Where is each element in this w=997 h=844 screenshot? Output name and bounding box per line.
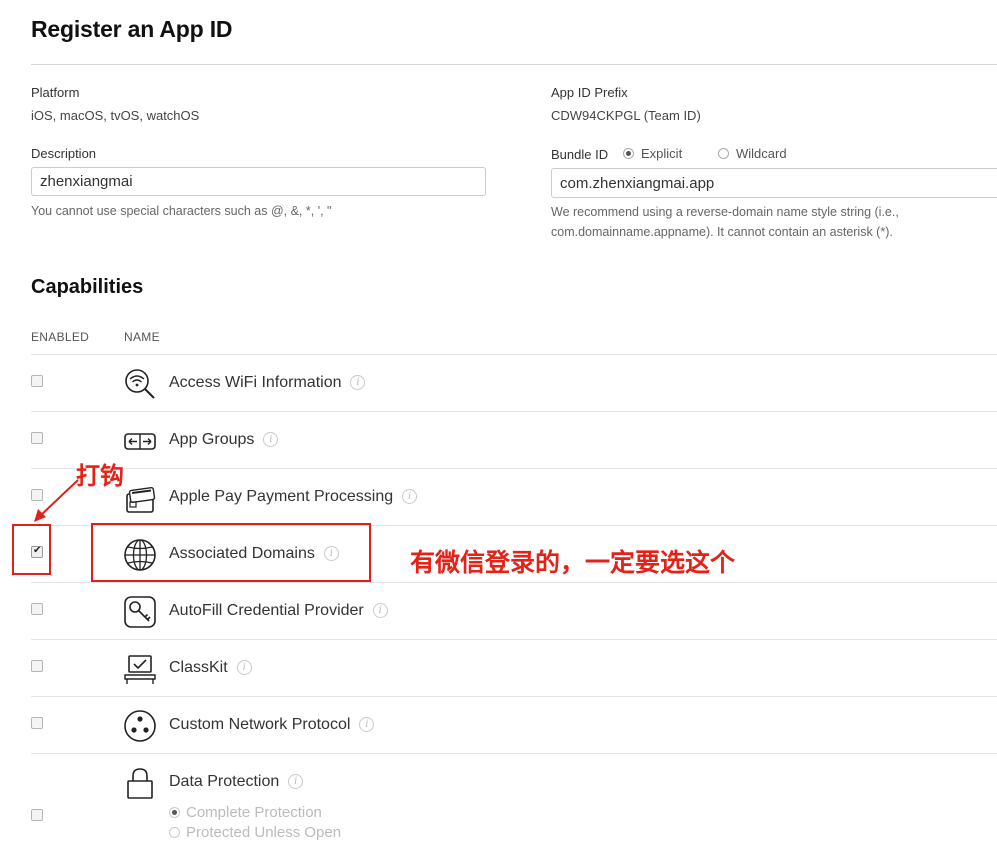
network-icon bbox=[124, 710, 156, 742]
info-icon[interactable]: i bbox=[350, 375, 366, 391]
description-label: Description bbox=[31, 146, 97, 161]
capability-checkbox-custom-network[interactable] bbox=[31, 717, 43, 729]
radio-complete-protection-dot[interactable] bbox=[169, 807, 180, 818]
capability-name-access-wifi: Access WiFi Information i bbox=[169, 374, 366, 392]
bundle-id-label: Bundle ID bbox=[551, 147, 609, 162]
capability-row-autofill: AutoFill Credential Provider i bbox=[31, 582, 997, 640]
capability-label: App Groups bbox=[169, 431, 255, 448]
capability-name-custom-network: Custom Network Protocol i bbox=[169, 716, 375, 734]
divider bbox=[31, 64, 997, 65]
capability-name-autofill: AutoFill Credential Provider i bbox=[169, 602, 388, 620]
radio-complete-protection-label: Complete Protection bbox=[186, 804, 322, 821]
capability-name-app-groups: App Groups i bbox=[169, 431, 279, 449]
description-input[interactable]: zhenxiangmai bbox=[31, 167, 486, 196]
platform-label: Platform bbox=[31, 85, 80, 100]
capability-row-apple-pay: Apple Pay Payment Processing i bbox=[31, 468, 997, 526]
annotation-capability-highlight bbox=[91, 523, 371, 582]
classkit-icon bbox=[124, 655, 156, 684]
radio-protected-unless-open[interactable]: Protected Unless Open bbox=[169, 824, 341, 841]
capability-checkbox-access-wifi[interactable] bbox=[31, 375, 43, 387]
annotation-domains-note: 有微信登录的，一定要选这个 bbox=[410, 548, 736, 577]
annotation-checkbox-highlight bbox=[12, 524, 51, 575]
info-icon[interactable]: i bbox=[288, 774, 304, 790]
bundle-id-input-value: com.zhenxiangmai.app bbox=[560, 174, 715, 192]
lock-icon bbox=[127, 768, 153, 799]
capability-label: Data Protection bbox=[169, 773, 280, 790]
prefix-label: App ID Prefix bbox=[551, 85, 628, 100]
radio-explicit-label: Explicit bbox=[641, 146, 683, 161]
wallet-icon bbox=[126, 486, 156, 513]
radio-protected-unless-open-label: Protected Unless Open bbox=[186, 824, 342, 841]
key-icon bbox=[124, 596, 156, 628]
capability-checkbox-app-groups[interactable] bbox=[31, 432, 43, 444]
info-icon[interactable]: i bbox=[402, 489, 418, 505]
description-hint: You cannot use special characters such a… bbox=[31, 204, 332, 218]
info-icon[interactable]: i bbox=[359, 717, 375, 733]
capability-row-access-wifi: Access WiFi Information i bbox=[31, 354, 997, 412]
bundle-id-input[interactable]: com.zhenxiangmai.app bbox=[551, 168, 997, 198]
radio-explicit[interactable]: Explicit bbox=[623, 146, 682, 161]
capability-row-custom-network: Custom Network Protocol i bbox=[31, 696, 997, 754]
capabilities-title: Capabilities bbox=[31, 276, 144, 298]
capability-label: Apple Pay Payment Processing bbox=[169, 488, 394, 505]
description-input-value: zhenxiangmai bbox=[40, 173, 133, 190]
radio-protected-unless-open-dot[interactable] bbox=[169, 827, 180, 838]
radio-wildcard-label: Wildcard bbox=[736, 146, 787, 161]
radio-wildcard-dot[interactable] bbox=[718, 148, 729, 159]
app-groups-icon bbox=[124, 433, 156, 450]
platform-value: iOS, macOS, tvOS, watchOS bbox=[31, 108, 200, 123]
capability-name-classkit: ClassKit i bbox=[169, 659, 252, 677]
capability-label: ClassKit bbox=[169, 659, 228, 676]
radio-explicit-dot[interactable] bbox=[623, 148, 634, 159]
radio-complete-protection[interactable]: Complete Protection bbox=[169, 804, 322, 821]
info-icon[interactable]: i bbox=[236, 660, 252, 676]
capability-name-apple-pay: Apple Pay Payment Processing i bbox=[169, 488, 418, 506]
column-enabled: ENABLED bbox=[31, 330, 90, 344]
radio-wildcard[interactable]: Wildcard bbox=[718, 146, 787, 161]
capability-row-data-protection: Data Protection i Complete Protection Pro… bbox=[31, 753, 997, 844]
capability-name-data-protection: Data Protection i bbox=[169, 773, 304, 791]
annotation-arrow-icon bbox=[34, 479, 79, 522]
capability-row-classkit: ClassKit i bbox=[31, 639, 997, 697]
capability-checkbox-autofill[interactable] bbox=[31, 603, 43, 615]
prefix-value: CDW94CKPGL (Team ID) bbox=[551, 108, 701, 123]
capability-label: Access WiFi Information bbox=[169, 374, 342, 391]
wifi-search-icon bbox=[125, 369, 155, 399]
capability-label: AutoFill Credential Provider bbox=[169, 602, 364, 619]
column-name: NAME bbox=[124, 330, 160, 344]
page-title: Register an App ID bbox=[31, 16, 233, 42]
info-icon[interactable]: i bbox=[263, 432, 279, 448]
bundle-id-hint-2: com.domainname.appname). It cannot conta… bbox=[551, 225, 893, 239]
info-icon[interactable]: i bbox=[372, 603, 388, 619]
capability-checkbox-data-protection[interactable] bbox=[31, 809, 43, 821]
capability-row-app-groups: App Groups i bbox=[31, 411, 997, 469]
capability-label: Custom Network Protocol bbox=[169, 716, 351, 733]
bundle-id-hint-1: We recommend using a reverse-domain name… bbox=[551, 205, 899, 219]
capability-checkbox-classkit[interactable] bbox=[31, 660, 43, 672]
